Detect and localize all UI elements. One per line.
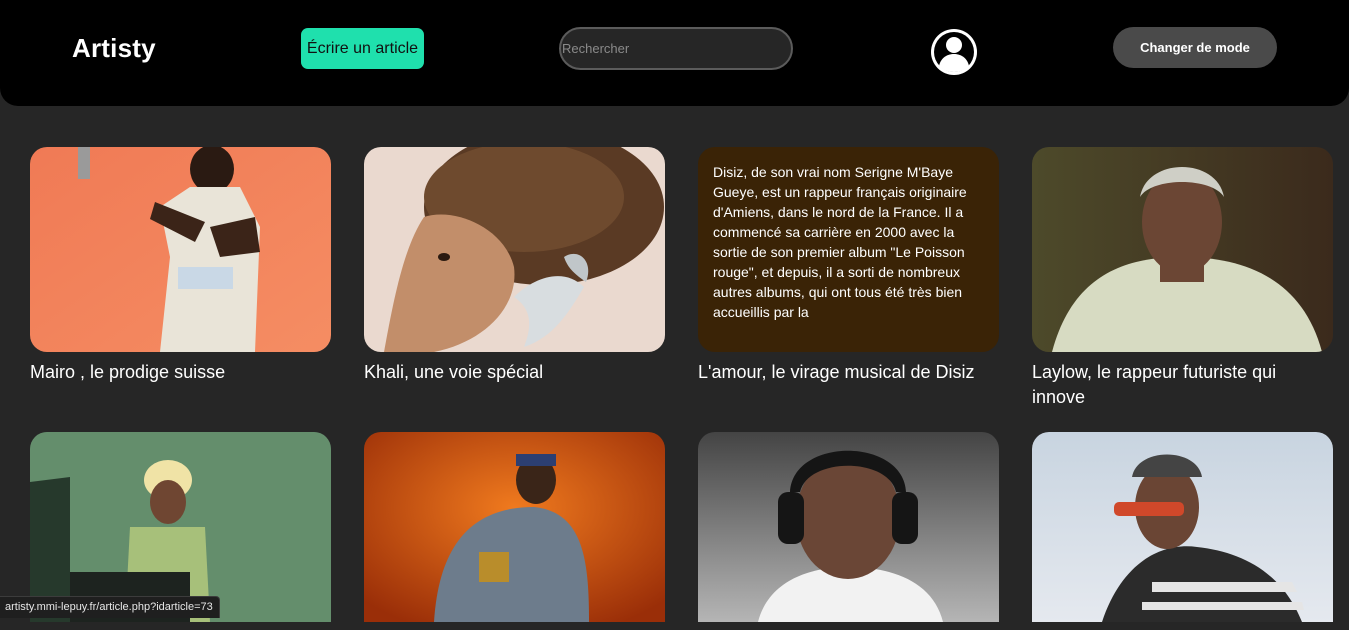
- article-card[interactable]: [364, 432, 665, 630]
- article-excerpt: Disiz, de son vrai nom Serigne M'Baye Gu…: [713, 164, 967, 320]
- article-image: [30, 432, 331, 622]
- article-image: [30, 147, 331, 352]
- article-title[interactable]: Mairo , le prodige suisse: [30, 360, 331, 385]
- article-title[interactable]: Laylow, le rappeur futuriste qui innove: [1032, 360, 1333, 410]
- article-card[interactable]: Disiz, de son vrai nom Serigne M'Baye Gu…: [698, 147, 999, 385]
- article-card[interactable]: Laylow, le rappeur futuriste qui innove: [1032, 147, 1333, 410]
- article-hover-preview: Disiz, de son vrai nom Serigne M'Baye Gu…: [698, 147, 999, 352]
- article-card[interactable]: [1032, 432, 1333, 630]
- write-article-button[interactable]: Écrire un article: [301, 28, 424, 69]
- article-card[interactable]: Khali, une voie spécial: [364, 147, 665, 385]
- article-image: [364, 147, 665, 352]
- article-title[interactable]: Khali, une voie spécial: [364, 360, 665, 385]
- article-image: [1032, 147, 1333, 352]
- change-mode-button[interactable]: Changer de mode: [1113, 27, 1277, 68]
- article-image: [1032, 432, 1333, 622]
- article-image: [364, 432, 665, 622]
- article-card[interactable]: Mairo , le prodige suisse: [30, 147, 331, 385]
- search-input[interactable]: [559, 27, 793, 70]
- site-header: Artisty Écrire un article Changer de mod…: [0, 0, 1349, 106]
- article-card[interactable]: [698, 432, 999, 630]
- user-profile-icon[interactable]: [929, 27, 979, 77]
- article-image: [698, 432, 999, 622]
- browser-status-url: artisty.mmi-lepuy.fr/article.php?idartic…: [0, 596, 220, 618]
- site-logo[interactable]: Artisty: [72, 33, 156, 64]
- article-title[interactable]: L'amour, le virage musical de Disiz: [698, 360, 999, 385]
